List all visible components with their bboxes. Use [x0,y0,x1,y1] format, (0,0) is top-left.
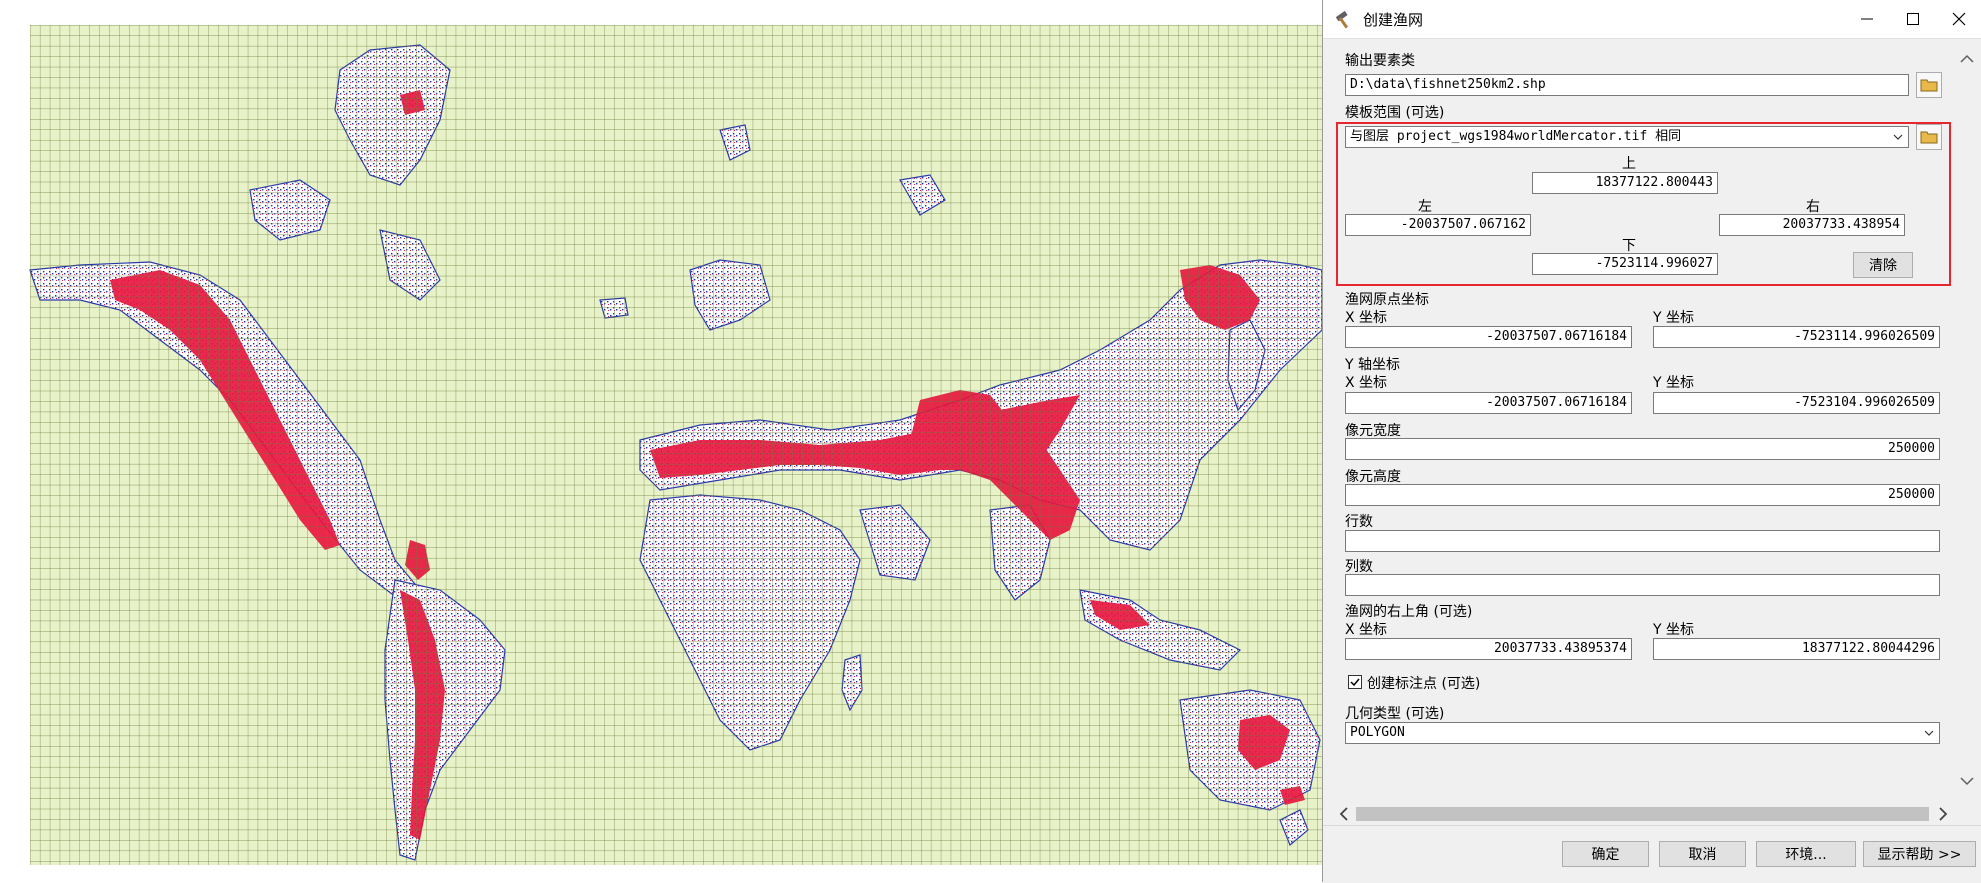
template-extent-value: 与图层 project_wgs1984worldMercator.tif 相同 [1350,129,1682,144]
cancel-button[interactable]: 取消 [1659,841,1746,867]
hammer-icon [1335,10,1349,29]
origin-x-label: X 坐标 [1345,310,1388,326]
extent-right-input[interactable]: 20037733.438954 [1719,214,1905,236]
template-extent-select[interactable]: 与图层 project_wgs1984worldMercator.tif 相同 [1345,126,1909,148]
yaxis-x-input[interactable]: -20037507.06716184 [1345,392,1632,414]
chevron-down-icon [1892,127,1904,147]
geometry-select[interactable]: POLYGON [1345,722,1940,744]
cols-label: 列数 [1345,559,1373,575]
folder-icon [1920,131,1938,144]
minimize-icon [1861,18,1873,20]
folder-icon [1920,79,1938,92]
create-labels-label: 创建标注点 (可选) [1367,676,1481,692]
origin-y-input[interactable]: -7523114.996026509 [1653,326,1940,348]
geometry-label: 几何类型 (可选) [1345,706,1445,722]
cols-input[interactable] [1345,574,1940,596]
show-help-button[interactable]: 显示帮助 >> [1863,841,1976,867]
close-button[interactable] [1936,0,1981,38]
checkmark-icon [1350,678,1360,687]
cell-height-input[interactable]: 250000 [1345,484,1940,506]
horizontal-scroll-thumb[interactable] [1356,807,1929,821]
minimize-button[interactable] [1844,0,1890,38]
corner-y-label: Y 坐标 [1653,622,1695,638]
rows-label: 行数 [1345,514,1373,530]
map-view [0,0,1322,882]
corner-x-label: X 坐标 [1345,622,1388,638]
extent-top-input[interactable]: 18377122.800443 [1532,172,1718,194]
ok-button[interactable]: 确定 [1562,841,1649,867]
extent-right-label: 右 [1806,199,1820,215]
browse-extent-button[interactable] [1916,124,1942,150]
corner-y-input[interactable]: 18377122.80044296 [1653,638,1940,660]
horizontal-scrollbar[interactable] [1336,803,1951,825]
extent-bottom-label: 下 [1622,238,1636,254]
extent-left-input[interactable]: -20037507.067162 [1345,214,1531,236]
origin-y-label: Y 坐标 [1653,310,1695,326]
vertical-scrollbar[interactable] [1953,40,1981,800]
template-extent-label: 模板范围 (可选) [1345,105,1445,121]
origin-x-input[interactable]: -20037507.06716184 [1345,326,1632,348]
corner-x-input[interactable]: 20037733.43895374 [1345,638,1632,660]
window-title: 创建渔网 [1363,11,1424,29]
maximize-icon [1907,13,1919,25]
maximize-button[interactable] [1890,0,1936,38]
extent-left-label: 左 [1418,199,1432,215]
title-bar: 创建渔网 [1323,0,1981,39]
scroll-arrows [1960,54,1974,786]
environments-button[interactable]: 环境... [1756,841,1856,867]
fishnet-map [29,25,1322,865]
create-labels-checkbox[interactable] [1348,675,1362,689]
origin-label: 渔网原点坐标 [1345,292,1429,308]
cell-height-label: 像元高度 [1345,469,1401,485]
clear-extent-button[interactable]: 清除 [1853,252,1913,278]
extent-top-label: 上 [1622,156,1636,172]
cell-width-label: 像元宽度 [1345,423,1401,439]
yaxis-y-input[interactable]: -7523104.996026509 [1653,392,1940,414]
close-icon [1952,12,1966,26]
cell-width-input[interactable]: 250000 [1345,438,1940,460]
geometry-value: POLYGON [1350,725,1405,740]
chevron-left-icon[interactable] [1336,803,1352,825]
yaxis-y-label: Y 坐标 [1653,375,1695,391]
browse-output-button[interactable] [1916,72,1942,98]
output-features-label: 输出要素类 [1345,53,1415,69]
grid-overlay [30,25,1322,865]
rows-input[interactable] [1345,530,1940,552]
extent-bottom-input[interactable]: -7523114.996027 [1532,253,1718,275]
yaxis-label: Y 轴坐标 [1345,357,1401,373]
chevron-right-icon[interactable] [1935,803,1951,825]
output-features-input[interactable]: D:\data\fishnet250km2.shp [1345,74,1909,96]
dialog-footer: 确定 取消 环境... 显示帮助 >> [1323,825,1981,883]
yaxis-x-label: X 坐标 [1345,375,1388,391]
corner-label: 渔网的右上角 (可选) [1345,604,1473,620]
create-fishnet-dialog: 创建渔网 输出要素类 D:\data\fishnet250km2.shp 模板范… [1322,0,1981,883]
chevron-down-icon [1923,723,1935,743]
